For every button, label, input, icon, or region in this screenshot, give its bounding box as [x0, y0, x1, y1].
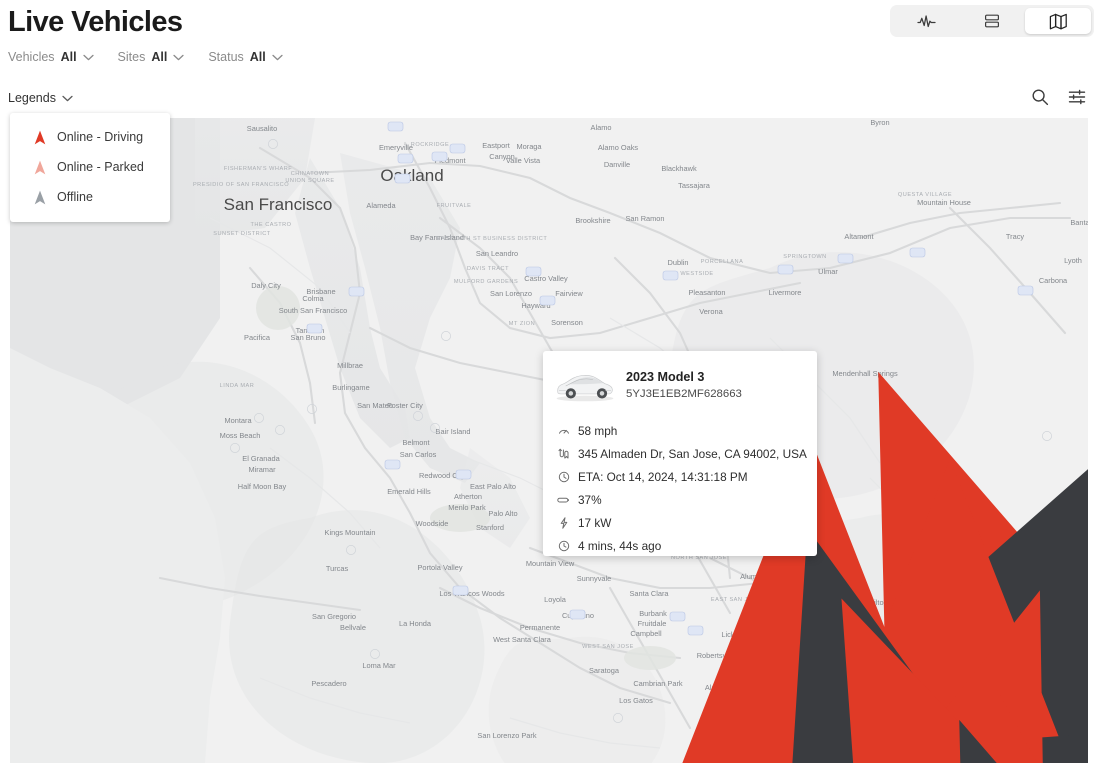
list-rows-icon — [984, 13, 1000, 29]
vehicle-speed: 58 mph — [578, 424, 617, 438]
tesla-model-3-thumbnail — [551, 365, 619, 407]
vehicle-speed-row: 58 mph — [557, 419, 817, 442]
vehicle-vin: 5YJ3E1EB2MF628663 — [626, 386, 742, 402]
map-icon — [1049, 13, 1068, 30]
map-search-button[interactable] — [1031, 88, 1049, 106]
legend-item-offline[interactable]: Offline — [10, 182, 170, 212]
legends-toggle-label: Legends — [8, 91, 56, 105]
filter-sites[interactable]: Sites All — [118, 50, 185, 64]
map-tools — [1031, 88, 1086, 106]
vehicle-arrow-icon — [34, 190, 46, 205]
vehicle-battery-row: 37% — [557, 488, 817, 511]
filter-vehicles-value: All — [61, 50, 77, 64]
filter-status[interactable]: Status All — [208, 50, 282, 64]
filter-vehicles[interactable]: Vehicles All — [8, 50, 94, 64]
filter-vehicles-label: Vehicles — [8, 50, 55, 64]
legend-label: Online - Parked — [57, 160, 144, 174]
page-title: Live Vehicles — [8, 2, 182, 42]
vehicle-battery: 37% — [578, 493, 602, 507]
vehicle-model: 2023 Model 3 — [626, 370, 742, 385]
live-vehicles-page: Live Vehicles — [0, 0, 1100, 781]
activity-pulse-icon — [917, 14, 936, 29]
legend-label: Offline — [57, 190, 93, 204]
legends-toggle[interactable]: Legends — [8, 91, 73, 105]
filter-status-label: Status — [208, 50, 243, 64]
filter-sites-label: Sites — [118, 50, 146, 64]
vehicle-lastupdate-row: 4 mins, 44s ago — [557, 534, 817, 557]
vehicle-power: 17 kW — [578, 516, 611, 530]
chevron-down-icon — [62, 95, 73, 102]
vehicle-address-row: 345 Almaden Dr, San Jose, CA 94002, USA — [557, 442, 817, 465]
view-toggle-map[interactable] — [1025, 8, 1091, 34]
filter-bar: Vehicles All Sites All Status All — [8, 46, 283, 68]
vehicle-info-popup[interactable]: 2023 Model 3 5YJ3E1EB2MF628663 58 mph — [543, 351, 817, 556]
vehicle-info-header: 2023 Model 3 5YJ3E1EB2MF628663 — [543, 365, 817, 409]
bolt-icon — [557, 516, 570, 529]
vehicle-info-rows: 58 mph 345 Almaden Dr, San Jose, CA 9400… — [543, 419, 817, 557]
search-icon — [1031, 88, 1049, 106]
speedometer-icon — [557, 424, 570, 437]
legend-item-online-parked[interactable]: Online - Parked — [10, 152, 170, 182]
view-toggle-activity[interactable] — [893, 8, 959, 34]
vehicle-eta-row: ETA: Oct 14, 2024, 14:31:18 PM — [557, 465, 817, 488]
view-toggle-list[interactable] — [959, 8, 1025, 34]
vehicle-arrow-icon — [34, 160, 46, 175]
map-filter-button[interactable] — [1068, 88, 1086, 106]
view-mode-toggle-group — [890, 5, 1094, 37]
vehicle-lastupdate: 4 mins, 44s ago — [578, 539, 661, 553]
legend-label: Online - Driving — [57, 130, 143, 144]
legend-panel: Online - Driving Online - Parked Offline — [10, 113, 170, 222]
page-header: Live Vehicles — [0, 0, 1100, 44]
route-icon — [557, 447, 570, 460]
sliders-filter-icon — [1068, 88, 1086, 106]
filter-status-value: All — [250, 50, 266, 64]
vehicle-power-row: 17 kW — [557, 511, 817, 534]
vehicle-arrow-icon — [34, 130, 46, 145]
legend-item-online-driving[interactable]: Online - Driving — [10, 122, 170, 152]
chevron-down-icon — [173, 54, 184, 61]
vehicle-eta: ETA: Oct 14, 2024, 14:31:18 PM — [578, 470, 748, 484]
filter-sites-value: All — [151, 50, 167, 64]
battery-icon — [557, 493, 570, 506]
map-viewport[interactable]: San FranciscoOaklandSan Jose SausalitoEm… — [10, 118, 1088, 763]
clock-icon — [557, 470, 570, 483]
vehicle-address: 345 Almaden Dr, San Jose, CA 94002, USA — [578, 447, 807, 461]
chevron-down-icon — [83, 54, 94, 61]
history-clock-icon — [557, 539, 570, 552]
chevron-down-icon — [272, 54, 283, 61]
